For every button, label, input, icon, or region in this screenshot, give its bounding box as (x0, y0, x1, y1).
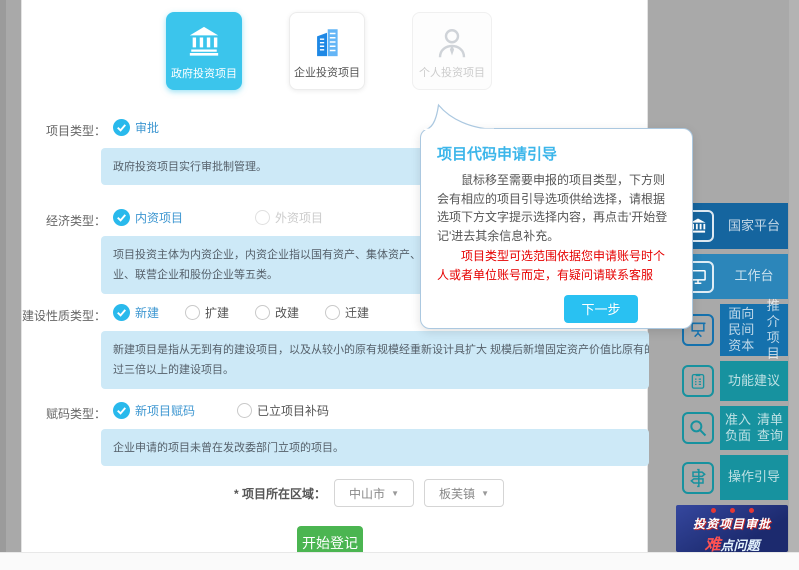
check-icon (113, 304, 130, 321)
card-personal-investment[interactable]: 个人投资项目 (412, 12, 492, 90)
check-icon (113, 209, 130, 226)
page: 政府投资项目 企业投资项目 个人投资项目 项目类型： 审批 政府投资项目实行审批… (0, 0, 799, 570)
economy-type-options: 内资项目 外资项目 (113, 209, 323, 226)
radio-icon (237, 403, 253, 418)
person-icon (434, 25, 470, 66)
bank-icon (186, 24, 222, 63)
option-shenpi[interactable]: 审批 (113, 119, 159, 136)
region-label: * 项目所在区域： (234, 486, 327, 501)
coding-type-info: 企业申请的项目未曾在发改委部门立项的项目。 (101, 429, 649, 467)
popup-body: 鼠标移至需要申报的项目类型，下方则会有相应的项目引导选项供给选择，请根据选项下方… (437, 173, 668, 243)
option-qianjian[interactable]: 迁建 (325, 304, 369, 321)
page-scrollbar[interactable] (0, 0, 6, 552)
check-icon (113, 402, 130, 419)
construction-type-options: 新建 扩建 改建 迁建 (113, 304, 369, 321)
option-waizi[interactable]: 外资项目 (255, 209, 323, 226)
radio-icon (185, 305, 201, 320)
construction-type-label: 建设性质类型： (22, 309, 107, 323)
next-step-button[interactable]: 下一步 (564, 294, 638, 323)
option-gaijian[interactable]: 改建 (255, 304, 299, 321)
card-enterprise-investment[interactable]: 企业投资项目 (289, 12, 365, 90)
card-label: 政府投资项目 (171, 68, 237, 80)
banner-line2: 难点问题 (704, 537, 760, 552)
popup-title: 项目代码申请引导 (437, 146, 558, 163)
footer-strip (0, 552, 799, 570)
region-row: * 项目所在区域： 中山市 ▼ 板芙镇 ▼ (234, 479, 514, 507)
chevron-down-icon: ▼ (481, 488, 489, 498)
coding-type-options: 新项目赋码 已立项目补码 (113, 402, 329, 419)
buildings-icon (310, 25, 344, 64)
sidebar-item-feature-suggestion[interactable]: 功能建议 (676, 361, 788, 401)
sidebar-item-label: 准入负面 清单查询 (720, 406, 788, 450)
radio-icon (255, 210, 271, 225)
chevron-down-icon: ▼ (391, 488, 399, 498)
card-government-investment[interactable]: 政府投资项目 (166, 12, 242, 90)
guide-popup: 项目代码申请引导 鼠标移至需要申报的项目类型，下方则会有相应的项目引导选项供给选… (420, 103, 693, 329)
sidebar-item-operation-guide[interactable]: 操作引导 (676, 455, 788, 500)
option-kuojian[interactable]: 扩建 (185, 304, 229, 321)
banner-line1: 投资项目审批 (692, 517, 771, 531)
coding-type-label: 赋码类型： (45, 407, 106, 421)
radio-icon (325, 305, 341, 320)
option-new-project-code[interactable]: 新项目赋码 (113, 402, 195, 419)
city-select[interactable]: 中山市 ▼ (334, 479, 415, 507)
promo-banner[interactable]: 投资项目审批 难点问题 (676, 505, 788, 552)
sidebar-item-label: 功能建议 (720, 361, 788, 401)
project-type-label: 项目类型： (45, 124, 106, 138)
check-icon (113, 119, 130, 136)
clipboard-icon (676, 361, 720, 401)
sidebar-item-negative-list-query[interactable]: 准入负面 清单查询 (676, 406, 788, 450)
card-label: 个人投资项目 (419, 67, 485, 79)
search-icon (676, 406, 720, 450)
card-label: 企业投资项目 (294, 67, 360, 79)
option-existing-project-code[interactable]: 已立项目补码 (237, 402, 329, 419)
radio-icon (255, 305, 271, 320)
sidebar-item-label: 工作台 (734, 268, 774, 284)
right-edge-strip (789, 0, 799, 552)
signpost-icon (676, 455, 720, 500)
option-neizi[interactable]: 内资项目 (113, 209, 183, 226)
construction-type-info: 新建项目是指从无到有的建设项目，以及从较小的原有规模经重新设计具扩大 规模后新增… (101, 331, 649, 389)
banner-dots (676, 508, 788, 513)
project-type-options: 审批 (113, 119, 159, 136)
popup-tail (423, 103, 494, 130)
sidebar-item-label: 面向民间资本 推介项目 (720, 298, 788, 361)
town-select[interactable]: 板芙镇 ▼ (424, 479, 505, 507)
sidebar-item-label: 国家平台 (727, 217, 780, 233)
popup-warning: 项目类型可选范围依据您申请账号时个人或者单位账号而定，有疑问请联系客服 (437, 249, 666, 282)
sidebar-item-label: 操作引导 (720, 455, 788, 500)
option-xinjian[interactable]: 新建 (113, 304, 159, 321)
economy-type-label: 经济类型： (45, 214, 106, 228)
